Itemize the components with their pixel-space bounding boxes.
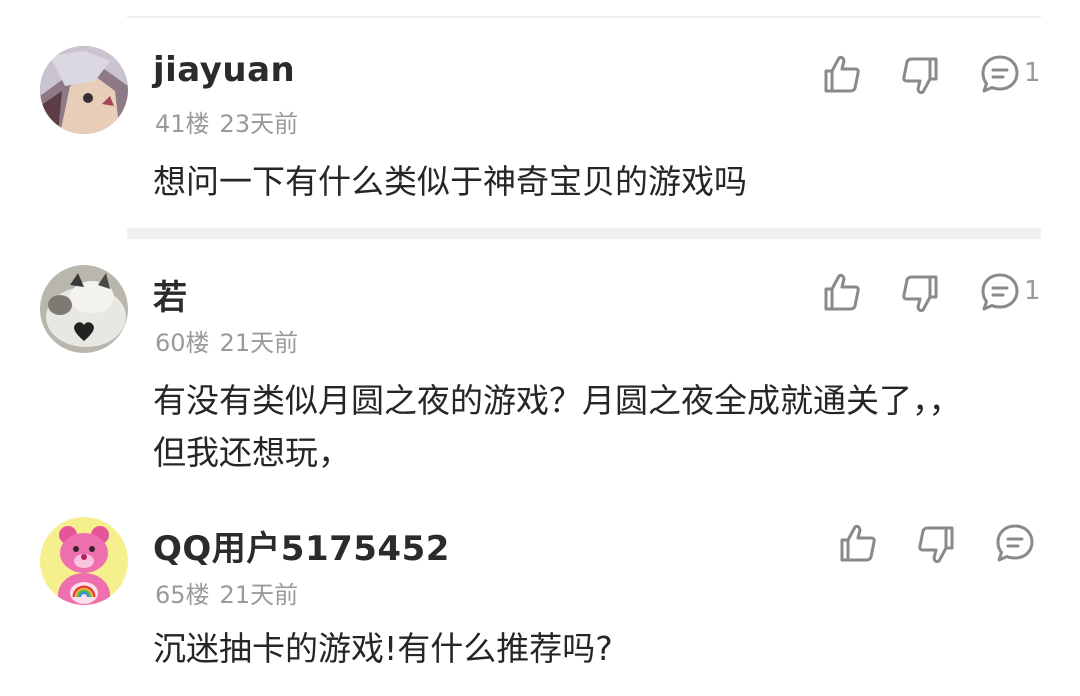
comment-item: QQ用户5175452 65楼 21天前 沉迷抽卡的游戏!有什么推荐吗? (0, 509, 1080, 696)
like-button[interactable] (836, 521, 880, 565)
floor-number: 60楼 (155, 329, 210, 357)
reply-button[interactable] (978, 53, 1022, 97)
timestamp: 21天前 (219, 329, 299, 357)
like-button[interactable] (820, 52, 864, 96)
user-avatar[interactable] (40, 265, 128, 353)
thumbs-down-icon (902, 57, 938, 95)
comment-bubble-icon (996, 524, 1034, 562)
dislike-button[interactable] (914, 523, 958, 567)
care-bear-avatar-icon (40, 517, 128, 605)
comment-item: jiayuan 41楼 23天前 想问一下有什么类似于神奇宝贝的游戏吗 1 (0, 0, 1080, 230)
reply-count: 1 (1024, 58, 1041, 88)
comment-divider (127, 228, 1041, 239)
comment-meta: 60楼 21天前 (155, 323, 298, 358)
dislike-button[interactable] (898, 272, 942, 316)
comment-bubble-icon (981, 273, 1019, 311)
cat-avatar-icon (40, 265, 128, 353)
comment-text: 沉迷抽卡的游戏!有什么推荐吗? (153, 629, 613, 668)
like-button[interactable] (820, 270, 864, 314)
username[interactable]: QQ用户5175452 (153, 521, 450, 570)
reply-count: 1 (1024, 276, 1041, 306)
comment-meta: 41楼 23天前 (155, 104, 298, 139)
comment-text: 有没有类似月圆之夜的游戏？月圆之夜全成就通关了，，但我还想玩， (153, 381, 962, 472)
thumbs-down-icon (902, 275, 938, 313)
timestamp: 21天前 (219, 581, 299, 609)
comment-bubble-icon (981, 55, 1019, 93)
floor-number: 41楼 (155, 110, 210, 138)
thumbs-up-icon (824, 55, 860, 93)
comment-meta: 65楼 21天前 (155, 575, 298, 610)
user-avatar[interactable] (40, 46, 128, 134)
reply-button[interactable] (978, 271, 1022, 315)
thumbs-down-icon (918, 526, 954, 564)
dislike-button[interactable] (898, 54, 942, 98)
timestamp: 23天前 (219, 110, 299, 138)
username[interactable]: jiayuan (153, 50, 295, 90)
comment-text: 想问一下有什么类似于神奇宝贝的游戏吗 (153, 162, 747, 201)
username[interactable]: 若 (153, 270, 188, 319)
floor-number: 65楼 (155, 581, 210, 609)
user-avatar[interactable] (40, 517, 128, 605)
anime-avatar-icon (40, 46, 128, 134)
comment-item: 若 60楼 21天前 有没有类似月圆之夜的游戏？月圆之夜全成就通关了，，但我还想玩… (0, 239, 1080, 509)
thumbs-up-icon (840, 524, 876, 562)
reply-button[interactable] (993, 522, 1037, 566)
thumbs-up-icon (824, 273, 860, 311)
